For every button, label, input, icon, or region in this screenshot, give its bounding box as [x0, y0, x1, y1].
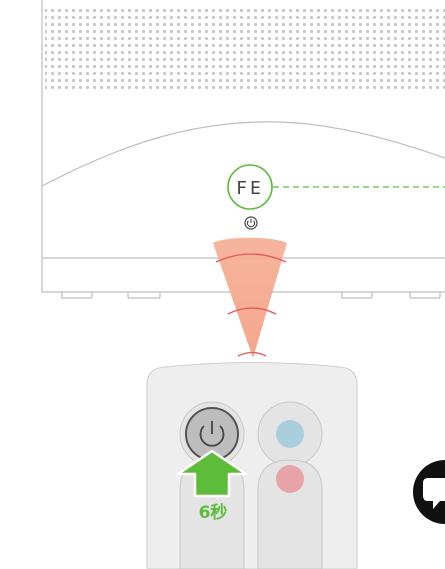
- chat-icon[interactable]: [413, 460, 445, 524]
- ir-signal: [213, 237, 287, 358]
- red-button[interactable]: [257, 459, 323, 569]
- power-icon: [244, 216, 258, 230]
- remote-control: [146, 362, 358, 569]
- hold-duration-label: 6秒: [198, 503, 228, 523]
- blue-button[interactable]: [257, 401, 323, 467]
- signal-beam: [213, 237, 287, 358]
- illustration: FE: [41, 0, 445, 569]
- remote-body: [146, 362, 358, 569]
- display-code: FE: [236, 178, 264, 199]
- device-grill: [45, 8, 445, 90]
